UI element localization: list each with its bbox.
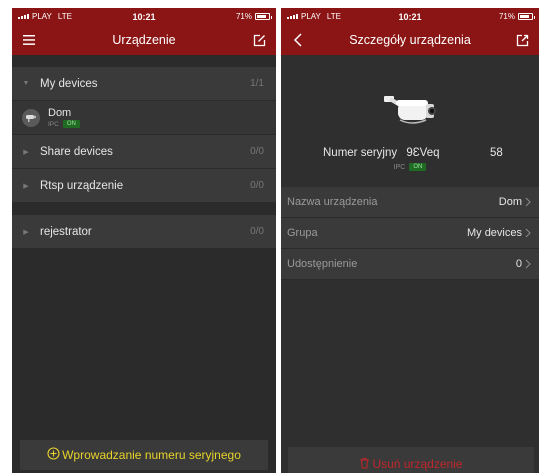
row-device-name[interactable]: Nazwa urządzenia Dom: [281, 187, 539, 218]
device-type: IPC: [393, 163, 406, 171]
collapse-triangle-icon: ▼: [22, 80, 30, 87]
battery-status: 71%: [235, 12, 272, 21]
page-title: Urządzenie: [112, 33, 176, 47]
row-value: My devices: [466, 227, 522, 239]
expand-triangle-icon: ▶: [23, 148, 29, 156]
row-label: Grupa: [287, 227, 318, 239]
network-label: LTE: [57, 12, 72, 21]
device-type: IPC: [48, 120, 59, 128]
battery-icon: [255, 13, 272, 20]
group-count: 0/0: [250, 180, 264, 191]
device-image: [281, 55, 539, 141]
row-value: 0: [515, 258, 522, 270]
page-title: Szczegóły urządzenia: [349, 33, 471, 47]
status-bar: PLAY LTE 10:21 71%: [12, 8, 276, 25]
online-badge: ON: [409, 163, 427, 171]
device-details-screen: PLAY LTE 10:21 71% Szczegóły urządzenia: [281, 8, 539, 473]
battery-percent: 71%: [498, 12, 515, 21]
group-rtsp[interactable]: ▶ Rtsp urządzenie 0/0: [12, 169, 276, 203]
device-item-dom[interactable]: Dom IPC ON: [12, 101, 276, 135]
row-label: Udostępnienie: [287, 258, 358, 270]
row-label: Nazwa urządzenia: [287, 196, 378, 208]
row-value: Dom: [498, 196, 522, 208]
group-label: rejestrator: [40, 225, 92, 238]
chevron-right-icon: [525, 258, 533, 270]
group-rejestrator[interactable]: ▶ rejestrator 0/0: [12, 215, 276, 249]
signal-icon: [287, 14, 298, 19]
group-count: 1/1: [250, 78, 264, 89]
device-list-screen: PLAY LTE 10:21 71% Urządzenie ▼ My devic…: [12, 8, 276, 473]
signal-icon: [18, 14, 29, 19]
share-icon[interactable]: [513, 31, 531, 49]
plus-circle-icon: [47, 447, 60, 463]
chevron-left-icon[interactable]: [289, 31, 307, 49]
serial-number: Numer seryjny 9ƐVeq 58: [281, 147, 539, 163]
group-share-devices[interactable]: ▶ Share devices 0/0: [12, 135, 276, 169]
device-name: Dom: [48, 107, 72, 119]
battery-percent: 71%: [235, 12, 252, 21]
chevron-right-icon: [525, 196, 533, 208]
camera-icon: [380, 90, 440, 139]
delete-device-label: Usuń urządzenie: [372, 457, 463, 471]
battery-status: 71%: [498, 12, 535, 21]
nav-bar: Szczegóły urządzenia: [281, 25, 539, 55]
carrier-label: PLAY: [301, 12, 321, 21]
serial-value-start: 9ƐVeq: [406, 147, 440, 159]
row-group[interactable]: Grupa My devices: [281, 218, 539, 249]
camera-icon: [22, 108, 40, 127]
serial-label: Numer seryjny: [323, 147, 398, 159]
battery-icon: [518, 13, 535, 20]
expand-triangle-icon: ▶: [23, 228, 29, 236]
row-sharing[interactable]: Udostępnienie 0: [281, 249, 539, 280]
online-badge: ON: [62, 120, 80, 128]
status-bar: PLAY LTE 10:21 71%: [281, 8, 539, 25]
serial-value-end: 58: [490, 147, 503, 159]
group-count: 0/0: [250, 226, 264, 237]
group-count: 0/0: [250, 146, 264, 157]
enter-serial-label: Wprowadzanie numeru seryjnego: [62, 448, 241, 462]
chevron-right-icon: [525, 227, 533, 239]
delete-device-button[interactable]: Usuń urządzenie: [288, 447, 534, 473]
nav-bar: Urządzenie: [12, 25, 276, 55]
trash-icon: [359, 457, 370, 472]
network-label: LTE: [326, 12, 341, 21]
group-label: My devices: [40, 77, 98, 90]
carrier-label: PLAY: [32, 12, 52, 21]
details-list: Nazwa urządzenia Dom Grupa My devices Ud…: [281, 187, 539, 280]
group-my-devices[interactable]: ▼ My devices 1/1: [12, 67, 276, 101]
group-label: Rtsp urządzenie: [40, 179, 124, 192]
edit-icon[interactable]: [250, 31, 268, 49]
menu-icon[interactable]: [20, 31, 38, 49]
group-label: Share devices: [40, 145, 113, 158]
expand-triangle-icon: ▶: [23, 182, 29, 190]
enter-serial-button[interactable]: Wprowadzanie numeru seryjnego: [20, 440, 268, 470]
